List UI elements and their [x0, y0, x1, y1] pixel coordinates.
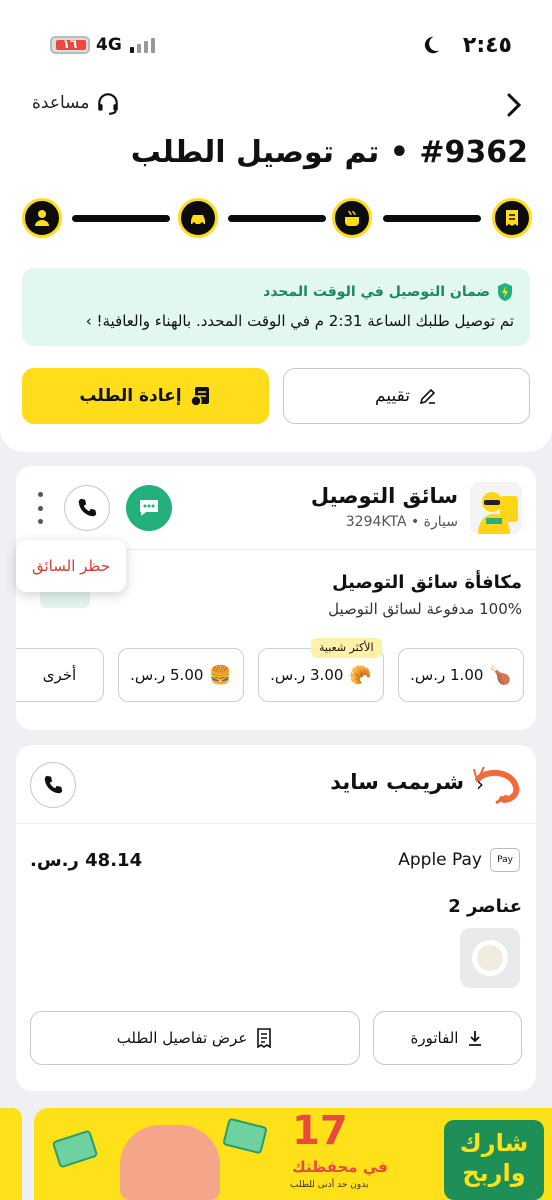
driver-vehicle: سيارة • 3294KTA [345, 514, 458, 530]
restaurant-name[interactable]: شريمب سايد [330, 770, 464, 794]
order-amount: 48.14 ر.س. [30, 850, 143, 871]
chat-icon [140, 500, 158, 516]
reorder-button[interactable]: إعادة الطلب [22, 368, 269, 424]
step-car-icon [178, 198, 218, 238]
battery-level: ١٦ [62, 37, 78, 51]
order-details-button[interactable]: عرض تفاصيل الطلب [30, 1011, 360, 1065]
tip-option-label: أخرى [42, 666, 77, 684]
call-restaurant-button[interactable] [30, 762, 76, 808]
tip-option-1[interactable]: 🍗 1.00 ر.س. [398, 648, 524, 702]
help-label: مساعدة [32, 93, 90, 113]
progress-bar-segment [383, 215, 481, 222]
promo-amount: 17 [292, 1108, 348, 1154]
reorder-label: إعادة الطلب [79, 386, 182, 406]
tip-title: مكافأة سائق التوصيل [332, 572, 522, 593]
promo-banner-previous[interactable] [0, 1108, 22, 1200]
chevron-right-icon: › [476, 772, 484, 796]
back-chevron-icon[interactable] [504, 92, 524, 118]
burger-icon: 🍔 [209, 664, 232, 686]
order-details-label: عرض تفاصيل الطلب [116, 1029, 248, 1047]
step-receipt-icon [492, 198, 532, 238]
payment-method-label: Apple Pay [398, 850, 482, 870]
moon-icon [424, 36, 440, 54]
more-options-icon[interactable] [34, 492, 46, 524]
apple-pay-icon: Pay [490, 848, 520, 872]
block-driver-option[interactable]: حظر السائق [16, 540, 126, 592]
guarantee-body: تم توصيل طلبك الساعة 2:31 م في الوقت الم… [85, 312, 514, 330]
progress-bar-segment [72, 215, 170, 222]
phone-icon [44, 775, 63, 794]
page-title: #9362 • تم توصيل الطلب [130, 135, 528, 170]
rate-label: تقييم [375, 386, 410, 406]
help-button[interactable]: مساعدة [32, 90, 121, 116]
driver-avatar [470, 482, 522, 534]
croissant-icon: 🥐 [349, 664, 372, 686]
progress-bar-segment [228, 215, 326, 222]
headset-icon [98, 93, 119, 115]
shield-bolt-icon [498, 283, 512, 301]
step-person-icon [22, 198, 62, 238]
hand-illustration [120, 1125, 220, 1200]
invoice-button[interactable]: الفاتورة [373, 1011, 522, 1065]
popular-badge: الأكثر شعبية [311, 638, 382, 658]
payment-method: Pay Apple Pay [398, 848, 520, 872]
tip-option-label: 3.00 ر.س. [270, 666, 344, 684]
items-count: عناصر 2 [448, 896, 522, 917]
chat-driver-button[interactable] [126, 485, 172, 531]
pencil-icon [419, 388, 436, 405]
promo-wallet-text: في محفظتك [292, 1158, 388, 1176]
battery-icon: ١٦ [50, 36, 90, 54]
download-icon [469, 1031, 482, 1046]
rate-button[interactable]: تقييم [283, 368, 530, 424]
receipt-icon [257, 1028, 272, 1048]
promo-brand: شارك واربح [444, 1120, 544, 1200]
signal-icon [130, 38, 155, 53]
receipt-refresh-icon [189, 387, 209, 407]
item-thumbnail [460, 928, 520, 988]
invoice-label: الفاتورة [410, 1029, 459, 1047]
phone-icon [78, 498, 97, 517]
call-driver-button[interactable] [64, 485, 110, 531]
divider [16, 823, 536, 824]
step-cooking-pot-icon [332, 198, 372, 238]
tip-option-5[interactable]: 🍔 5.00 ر.س. [118, 648, 244, 702]
tip-subtitle: 100% مدفوعة لسائق التوصيل [328, 600, 522, 618]
promo-min-text: بدون حد أدنى للطلب [290, 1180, 369, 1190]
delivery-guarantee-banner[interactable]: ضمان التوصيل في الوقت المحدد تم توصيل طل… [22, 268, 530, 346]
network-label: 4G [96, 35, 122, 55]
tip-option-label: 5.00 ر.س. [130, 666, 204, 684]
tip-option-label: 1.00 ر.س. [410, 666, 484, 684]
driver-title: سائق التوصيل [310, 484, 458, 508]
guarantee-title: ضمان التوصيل في الوقت المحدد [263, 284, 490, 300]
tip-option-other[interactable]: أخرى [16, 648, 104, 702]
status-time: ٢:٤٥ [462, 33, 512, 58]
drumstick-icon: 🍗 [489, 664, 512, 686]
